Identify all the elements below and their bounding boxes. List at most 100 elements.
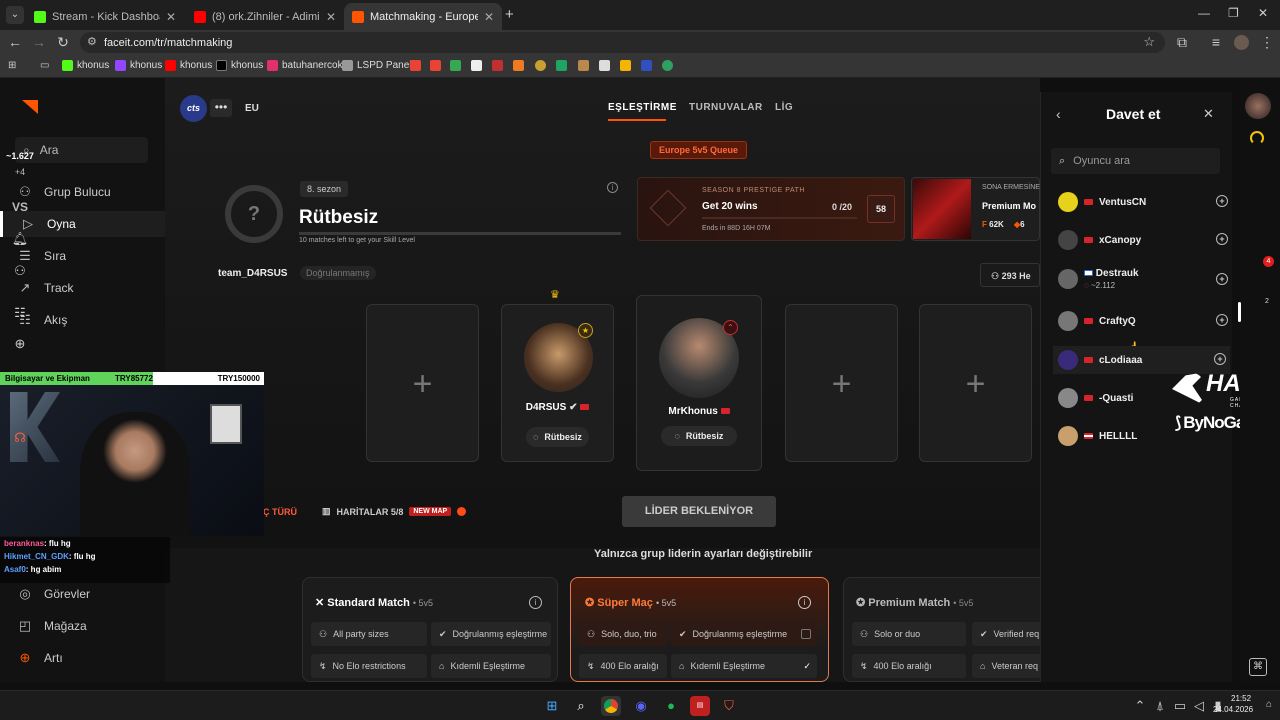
profile-avatar[interactable] [1234,35,1249,50]
site-info-icon[interactable]: ⚙ [87,35,97,48]
bookmark-arrow[interactable] [599,60,610,71]
tab-turnuvalar[interactable]: TURNUVALAR [689,102,763,113]
bookmark-kick[interactable]: khonus [62,60,109,71]
browser-tab-kick[interactable]: Stream - Kick Dashboard ✕ [26,3,184,30]
match-type-label[interactable]: Ç TÜRÜ [263,507,297,517]
bookmark-dog[interactable] [578,60,589,71]
checkbox-icon[interactable] [801,629,811,639]
close-window-button[interactable]: ✕ [1258,6,1268,20]
windows-start-icon[interactable]: ⊞ [542,696,562,716]
bookmark-sheets[interactable] [556,60,567,71]
bookmark-blue[interactable] [641,60,652,71]
reload-icon[interactable]: ↻ [54,34,72,51]
spotify-icon[interactable]: ● [661,696,681,716]
bookmark-gmail[interactable] [410,60,421,71]
add-player-icon[interactable]: + [1216,273,1228,285]
info-icon[interactable]: i [529,596,542,609]
bookmark-youtube[interactable]: khonus [165,60,212,71]
search-icon[interactable]: ⌕ [571,696,591,716]
shield-icon[interactable]: ⛉ [719,696,739,716]
new-tab-button[interactable]: + [505,6,514,23]
bookmark-gmail-2[interactable] [430,60,441,71]
volume-icon[interactable]: ◁ [1189,696,1209,716]
bookmark-gold[interactable] [535,60,546,71]
tab-eslestirme[interactable]: EŞLEŞTİRME [608,102,677,113]
sidebar-item-magaza[interactable]: ◰ Mağaza [0,613,165,639]
info-icon[interactable]: i [798,596,811,609]
microphone-icon[interactable]: ⍋ [1150,696,1170,716]
party-member-card[interactable]: ⌃ MrKhonus ◌ Rütbesiz [636,295,762,471]
extensions-icon[interactable]: ⧉ [1173,34,1191,51]
display-icon[interactable]: ▭ [1170,696,1190,716]
game-logo[interactable]: cts [180,95,207,122]
menu-icon[interactable]: ⋮ [1258,34,1276,51]
minimize-button[interactable]: — [1198,6,1210,20]
chat-panel-icon[interactable]: ⌘ [1249,658,1267,676]
bookmark-lspd[interactable]: LSPD Panel [342,60,411,71]
bookmark-drive[interactable] [620,60,631,71]
info-icon[interactable]: i [607,182,618,193]
bookmark-instagram[interactable]: batuhanercok [267,60,343,71]
apps-icon[interactable]: ⊞ [8,60,16,71]
waiting-leader-button[interactable]: LİDER BEKLENİYOR [622,496,776,527]
empty-party-slot[interactable]: + [366,304,479,462]
add-circle-icon[interactable]: ⊕ [0,336,40,352]
clock-date[interactable]: 24.04.2026 [1213,705,1253,714]
tab-list-button[interactable]: ⌄ [6,6,24,24]
folder-icon[interactable]: ▭ [40,60,49,71]
maps-button[interactable]: ▥ HARİTALAR 5/8 NEW MAP [322,506,467,517]
mode-card-premium[interactable]: ✪ Premium Match • 5v5 ⚇ Solo or duo ✔ Veri… [843,577,1042,682]
invite-player-row[interactable]: CraftyQ + [1058,308,1228,334]
region-label[interactable]: EU [245,103,259,114]
discord-icon[interactable]: ◉ [631,696,651,716]
bookmark-x[interactable]: khonus [216,60,263,71]
invite-player-row[interactable]: VentusCN + [1058,189,1228,215]
faceit-logo-icon[interactable] [22,100,38,114]
close-icon[interactable]: ✕ [326,10,336,24]
add-player-icon[interactable]: + [1216,195,1228,207]
sidebar-item-arti[interactable]: ⊕ Artı [0,645,165,671]
headset-icon[interactable]: ☊ [0,430,40,446]
friends-icon[interactable]: ☷ [0,305,40,321]
mode-card-standard[interactable]: ✕ Standard Match • 5v5 i ⚇ All party size… [302,577,558,682]
back-icon[interactable]: ‹ [1056,106,1061,122]
empty-party-slot[interactable]: + [919,304,1032,462]
vs-button[interactable]: VS [0,200,40,214]
party-icon[interactable]: ⚇ [0,263,40,279]
media-control-icon[interactable]: ≡ [1207,34,1225,50]
add-player-icon[interactable]: + [1216,314,1228,326]
chevron-up-icon[interactable]: ⌃ [1130,696,1150,716]
player-search-field[interactable]: ⌕ Oyuncu ara [1051,148,1220,174]
forward-icon[interactable]: → [30,34,48,50]
clock-time[interactable]: 21:52 [1231,694,1251,703]
invite-player-row[interactable]: xCanopy + [1058,227,1228,253]
url-field[interactable]: ⚙ faceit.com/tr/matchmaking ☆ [80,32,1165,53]
mode-card-super[interactable]: ✪ Süper Maç • 5v5 i ⚇ Solo, duo, trio ✔ Do… [570,577,829,682]
bookmark-twitch[interactable]: khonus [115,60,162,71]
close-icon[interactable]: ✕ [166,10,176,24]
maximize-button[interactable]: ❐ [1228,6,1239,20]
verify-status-badge[interactable]: Doğrulanmamış [300,266,376,280]
party-count-chip[interactable]: ⚇ 293 He [980,263,1040,287]
bookmark-docs[interactable] [471,60,482,71]
browser-tab-faceit[interactable]: Matchmaking - Europe 5v5 Qu ✕ [344,3,502,30]
bookmark-orange[interactable] [513,60,524,71]
app-icon[interactable]: ▤ [690,696,710,716]
bookmark-star-icon[interactable]: ☆ [1143,34,1155,50]
bookmark-green[interactable] [662,60,673,71]
invite-player-row[interactable]: Destrauk ◌ ~2.112 + [1058,266,1228,292]
add-player-icon[interactable]: + [1216,233,1228,245]
team-name[interactable]: team_D4RSUS [218,268,287,279]
close-icon[interactable]: ✕ [484,10,494,24]
sidebar-item-gorevler[interactable]: ◎ Görevler [0,581,165,607]
bell-icon[interactable]: 🔔︎ [0,231,40,247]
bookmark-red[interactable] [492,60,503,71]
close-icon[interactable]: ✕ [1203,106,1214,122]
party-member-card[interactable]: ★ D4RSUS ✔ ◌ Rütbesiz [501,304,614,462]
bookmark-gmail-3[interactable] [450,60,461,71]
back-icon[interactable]: ← [6,34,24,50]
browser-tab-youtube[interactable]: (8) ork.Zihniler - Adimi Kalbi ✕ [186,3,344,30]
empty-party-slot[interactable]: + [785,304,898,462]
tab-lig[interactable]: LİG [775,102,793,113]
notifications-icon[interactable]: ⌂ [1266,699,1272,710]
